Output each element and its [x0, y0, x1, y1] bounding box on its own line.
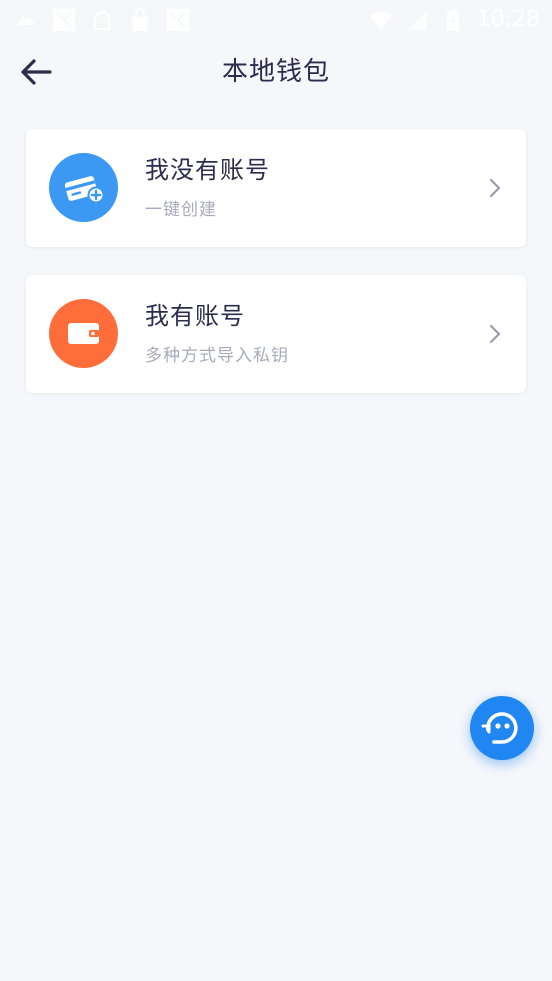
notification-icon — [17, 16, 35, 25]
android-icon — [94, 11, 110, 30]
status-bar-left — [14, 8, 190, 32]
image-icon — [167, 9, 189, 31]
create-wallet-subtitle: 一键创建 — [145, 200, 217, 220]
status-time: 10:28 — [476, 7, 540, 32]
image-icon — [53, 9, 75, 31]
import-wallet-subtitle: 多种方式导入私钥 — [145, 346, 289, 366]
page-title: 本地钱包 — [221, 57, 330, 87]
status-bar: 10:28 — [0, 0, 552, 40]
add-card-icon — [64, 176, 105, 204]
import-wallet-title: 我有账号 — [145, 302, 245, 330]
bag-icon — [132, 8, 148, 31]
create-wallet-icon-circle — [49, 153, 118, 222]
status-bar-right: 10:28 — [369, 8, 540, 32]
support-chat-icon — [481, 712, 518, 744]
signal-icon — [406, 10, 427, 30]
app-header: 本地钱包 — [0, 40, 552, 104]
chevron-right-icon — [489, 324, 501, 344]
import-wallet-icon-circle — [49, 299, 118, 368]
battery-icon — [446, 9, 459, 31]
chevron-right-icon — [489, 178, 501, 198]
support-chat-button[interactable] — [470, 696, 534, 760]
wallet-icon — [68, 323, 99, 344]
import-wallet-card[interactable]: 我有账号 多种方式导入私钥 — [26, 275, 526, 393]
wifi-icon — [369, 11, 392, 30]
create-wallet-card[interactable]: 我没有账号 一键创建 — [26, 129, 526, 247]
create-wallet-title: 我没有账号 — [145, 156, 270, 184]
